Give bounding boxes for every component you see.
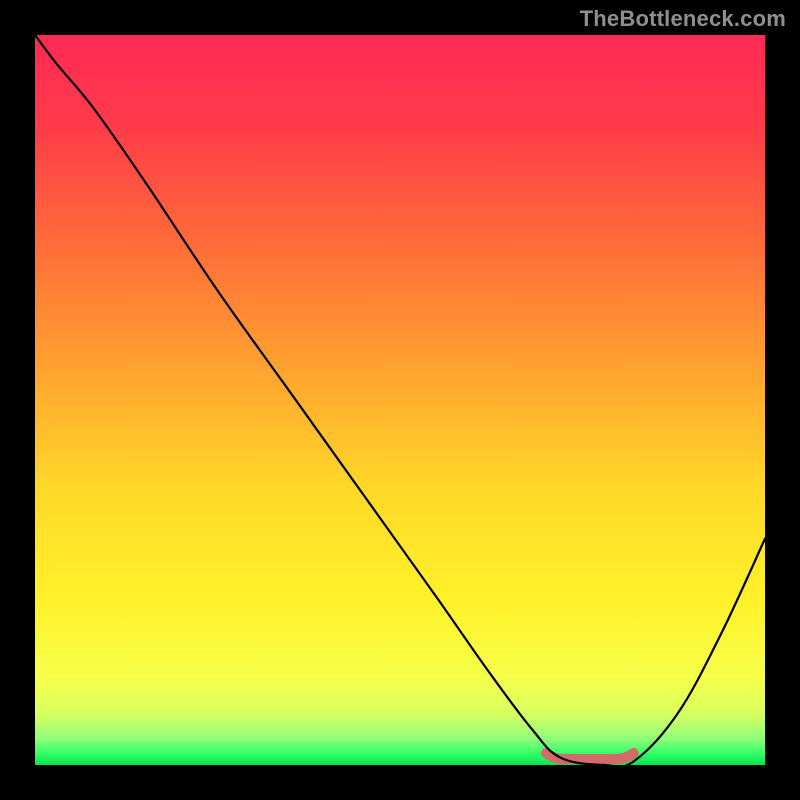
gradient-background [35, 35, 765, 765]
watermark-text: TheBottleneck.com [580, 6, 786, 32]
chart-svg [35, 35, 765, 765]
chart-frame: TheBottleneck.com [0, 0, 800, 800]
plot-area [35, 35, 765, 765]
